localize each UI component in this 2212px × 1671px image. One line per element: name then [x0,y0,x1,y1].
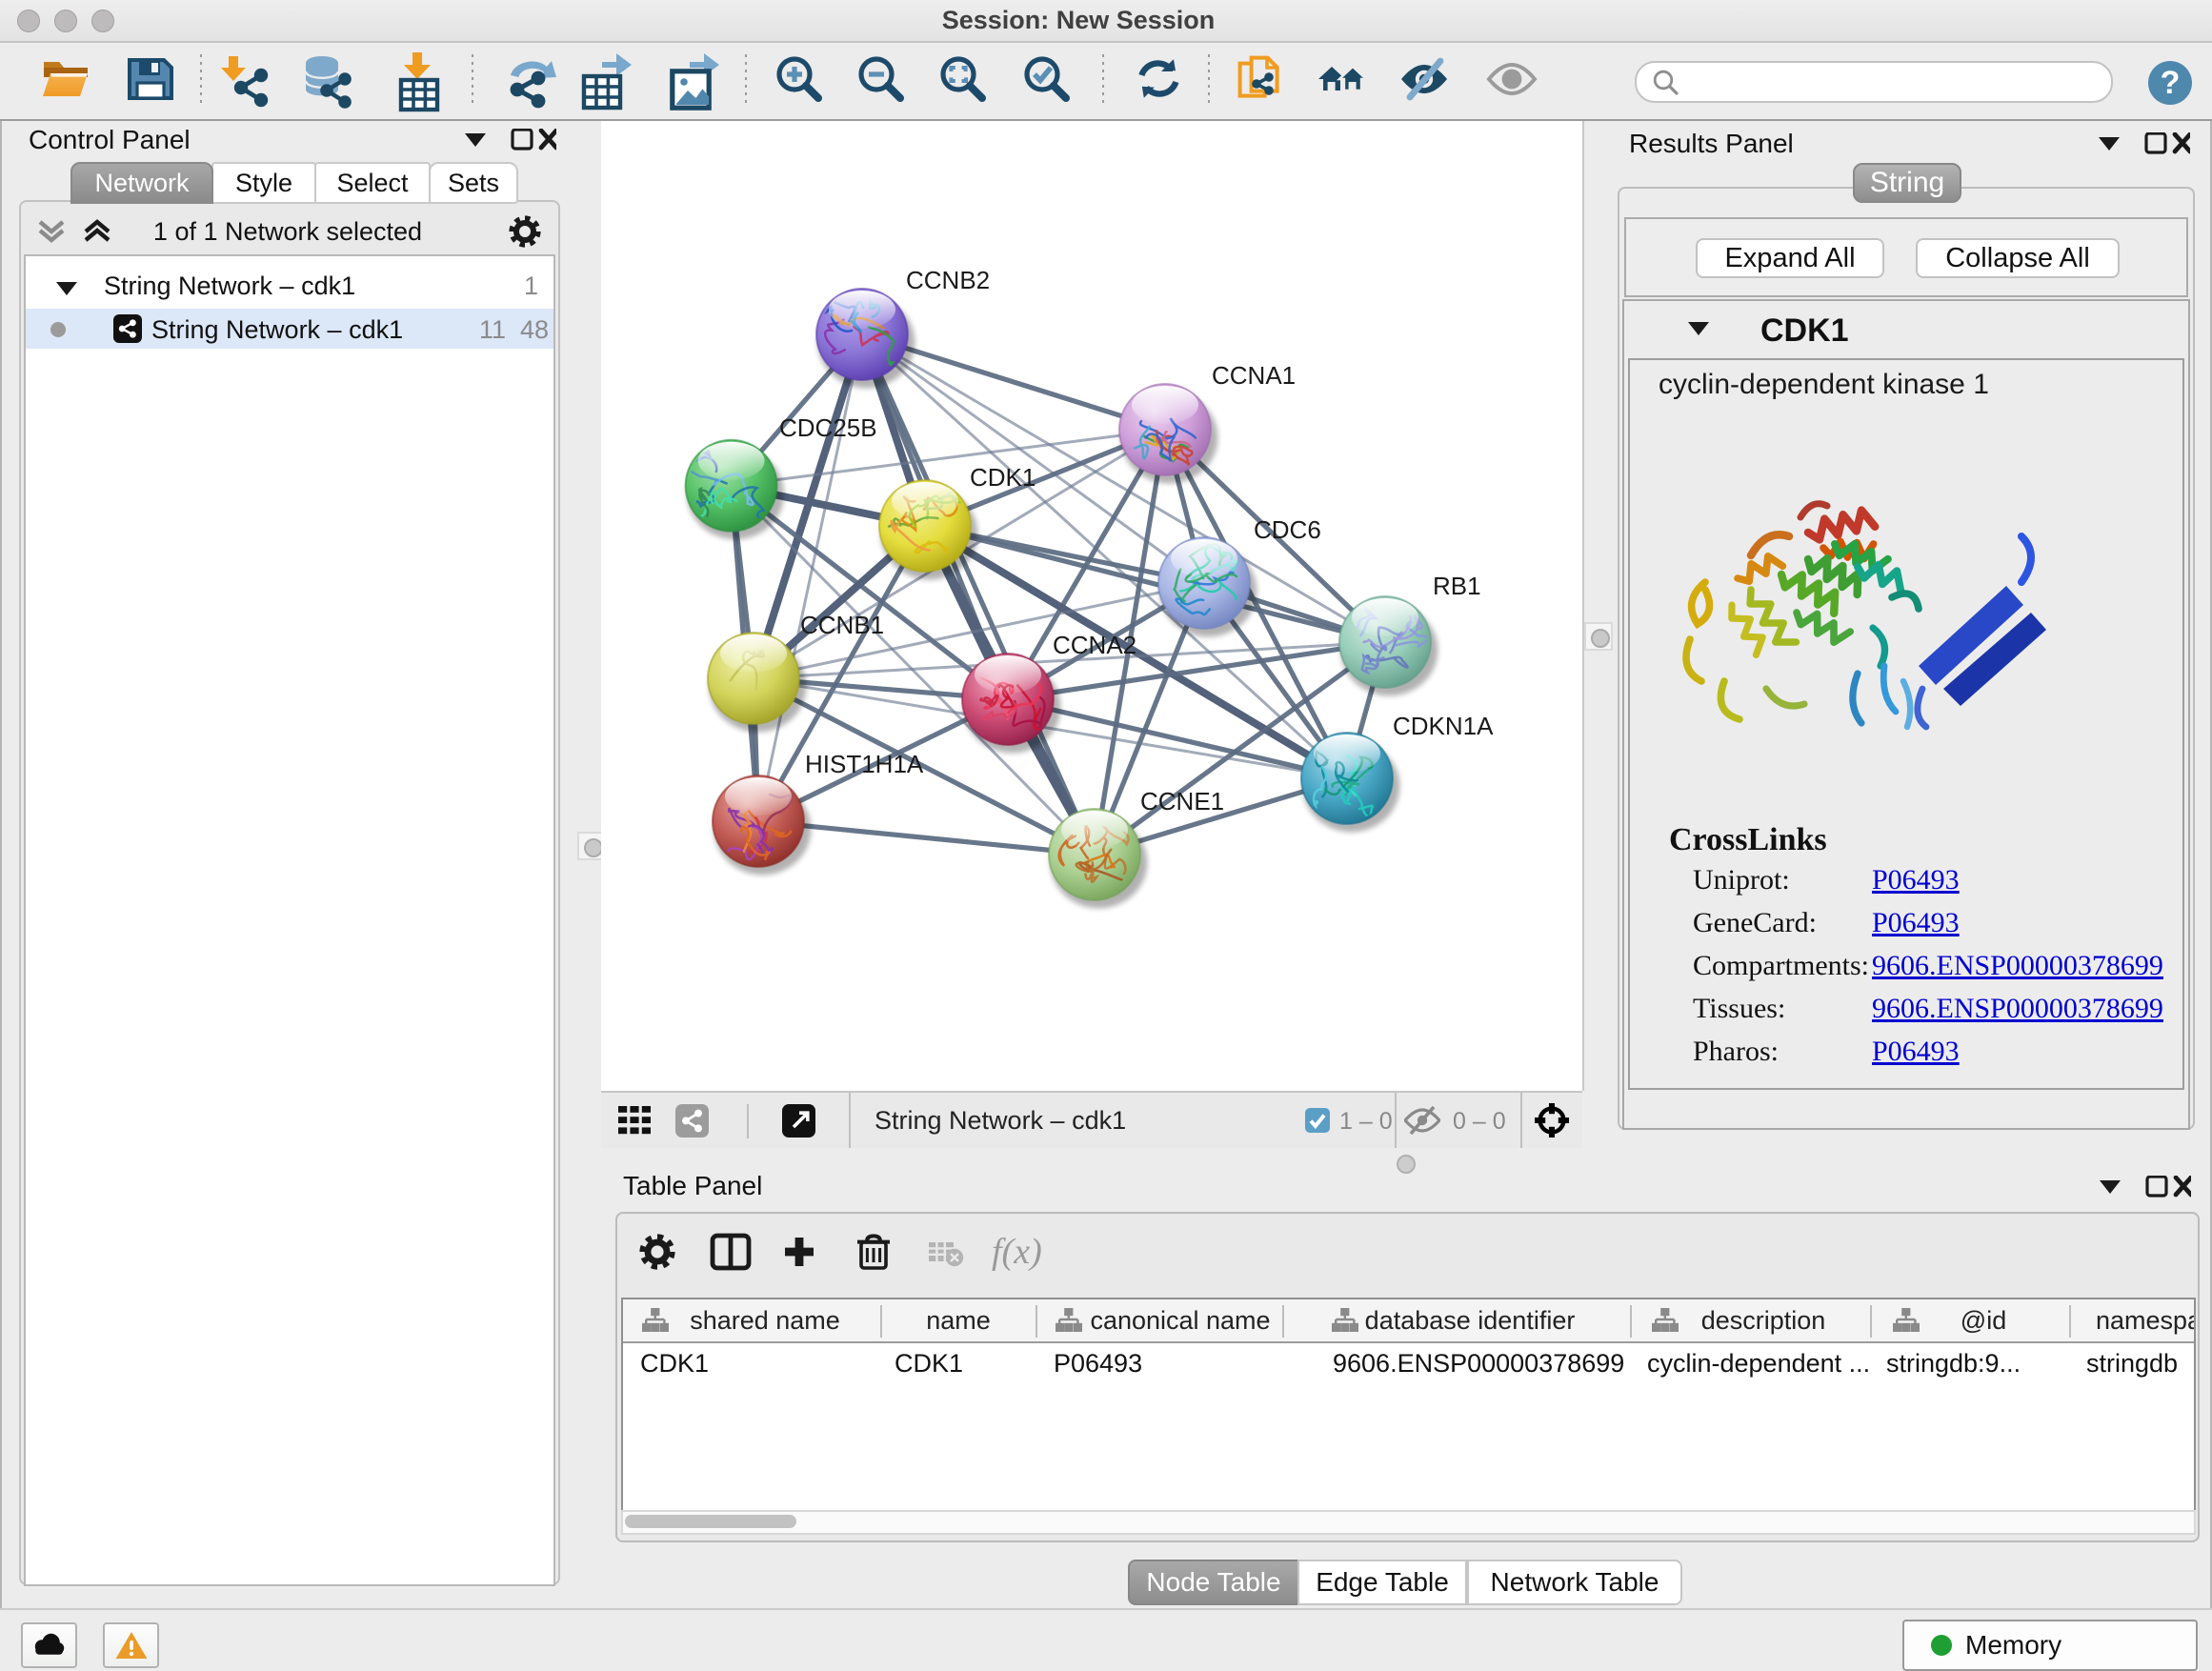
svg-text:CCNE1: CCNE1 [1140,787,1224,815]
svg-text:CCNA2: CCNA2 [1053,631,1136,659]
svg-text:CDC6: CDC6 [1254,515,1321,544]
svg-text:CCNB1: CCNB1 [800,611,884,639]
svg-text:CDKN1A: CDKN1A [1393,712,1494,740]
svg-text:RB1: RB1 [1433,572,1481,600]
svg-text:CDC25B: CDC25B [779,413,877,442]
svg-text:f(x): f(x) [992,1233,1042,1271]
svg-text:CCNA1: CCNA1 [1212,361,1296,390]
svg-text:CCNB2: CCNB2 [906,266,990,294]
svg-text:CDK1: CDK1 [970,463,1036,492]
svg-text:HIST1H1A: HIST1H1A [805,750,924,778]
